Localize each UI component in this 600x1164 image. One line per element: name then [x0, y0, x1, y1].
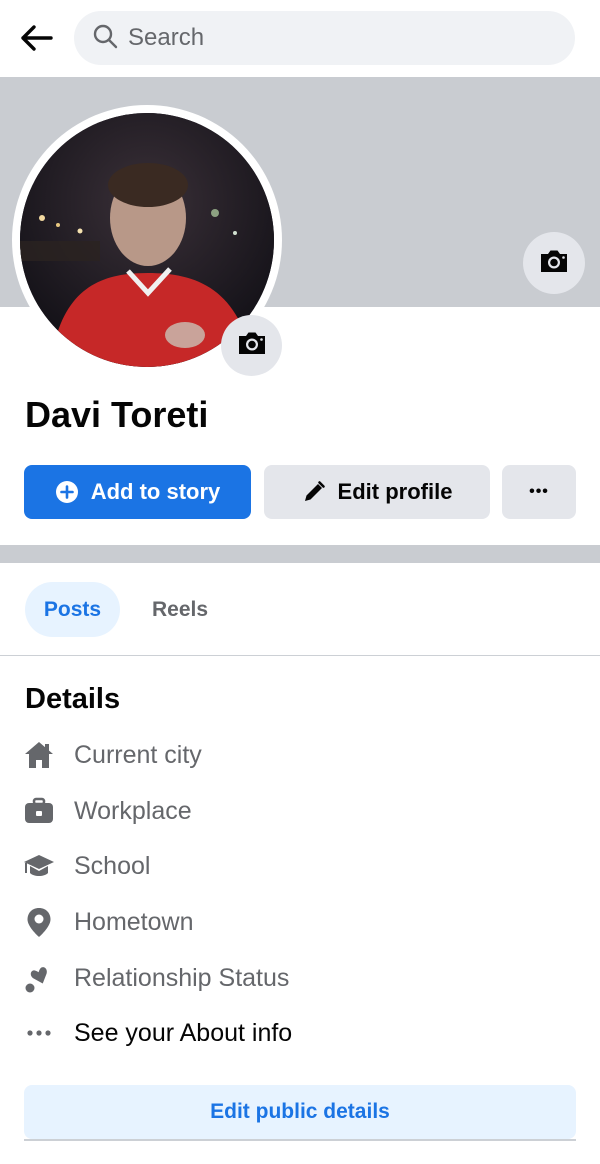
- detail-relationship-status[interactable]: Relationship Status: [22, 958, 289, 998]
- detail-label: Workplace: [74, 796, 192, 825]
- back-arrow-icon[interactable]: [16, 18, 56, 58]
- detail-hometown[interactable]: Hometown: [22, 902, 194, 942]
- cover-camera-button[interactable]: [523, 232, 585, 294]
- search-input[interactable]: [128, 24, 548, 52]
- tabs-divider: [0, 655, 600, 656]
- add-to-story-label: Add to story: [90, 479, 221, 504]
- detail-label: Relationship Status: [74, 963, 290, 992]
- bottom-divider: [24, 1139, 576, 1141]
- edit-profile-label: Edit profile: [337, 479, 453, 504]
- detail-school[interactable]: School: [22, 846, 150, 886]
- section-divider: [0, 545, 600, 563]
- edit-public-details-button[interactable]: Edit public details: [24, 1085, 576, 1139]
- camera-icon: [538, 247, 570, 280]
- briefcase-icon: [22, 794, 56, 828]
- detail-label: School: [74, 851, 151, 880]
- more-dots-icon: •••: [529, 483, 549, 500]
- details-heading: Details: [25, 683, 121, 715]
- tab-posts[interactable]: Posts: [25, 582, 120, 637]
- detail-label: See your About info: [74, 1018, 293, 1047]
- top-bar: [0, 0, 600, 77]
- detail-current-city[interactable]: Current city: [22, 735, 202, 775]
- detail-see-about-info[interactable]: See your About info: [22, 1013, 292, 1053]
- avatar-camera-button[interactable]: [221, 315, 282, 376]
- profile-name: Davi Toreti: [25, 394, 209, 435]
- pencil-icon: [302, 480, 326, 504]
- search-icon: [92, 23, 118, 54]
- edit-profile-button[interactable]: Edit profile: [264, 465, 490, 519]
- tab-reels[interactable]: Reels: [136, 582, 224, 637]
- location-pin-icon: [22, 905, 56, 939]
- camera-icon: [236, 329, 268, 362]
- graduation-cap-icon: [22, 849, 56, 883]
- more-dots-icon: [22, 1016, 56, 1050]
- more-options-button[interactable]: •••: [502, 465, 576, 519]
- detail-label: Current city: [74, 740, 202, 769]
- detail-label: Hometown: [74, 907, 194, 936]
- home-icon: [22, 738, 56, 772]
- search-bar[interactable]: [74, 11, 575, 65]
- plus-circle-icon: [55, 480, 79, 504]
- add-to-story-button[interactable]: Add to story: [24, 465, 251, 519]
- hearts-icon: [22, 961, 56, 995]
- detail-workplace[interactable]: Workplace: [22, 791, 192, 831]
